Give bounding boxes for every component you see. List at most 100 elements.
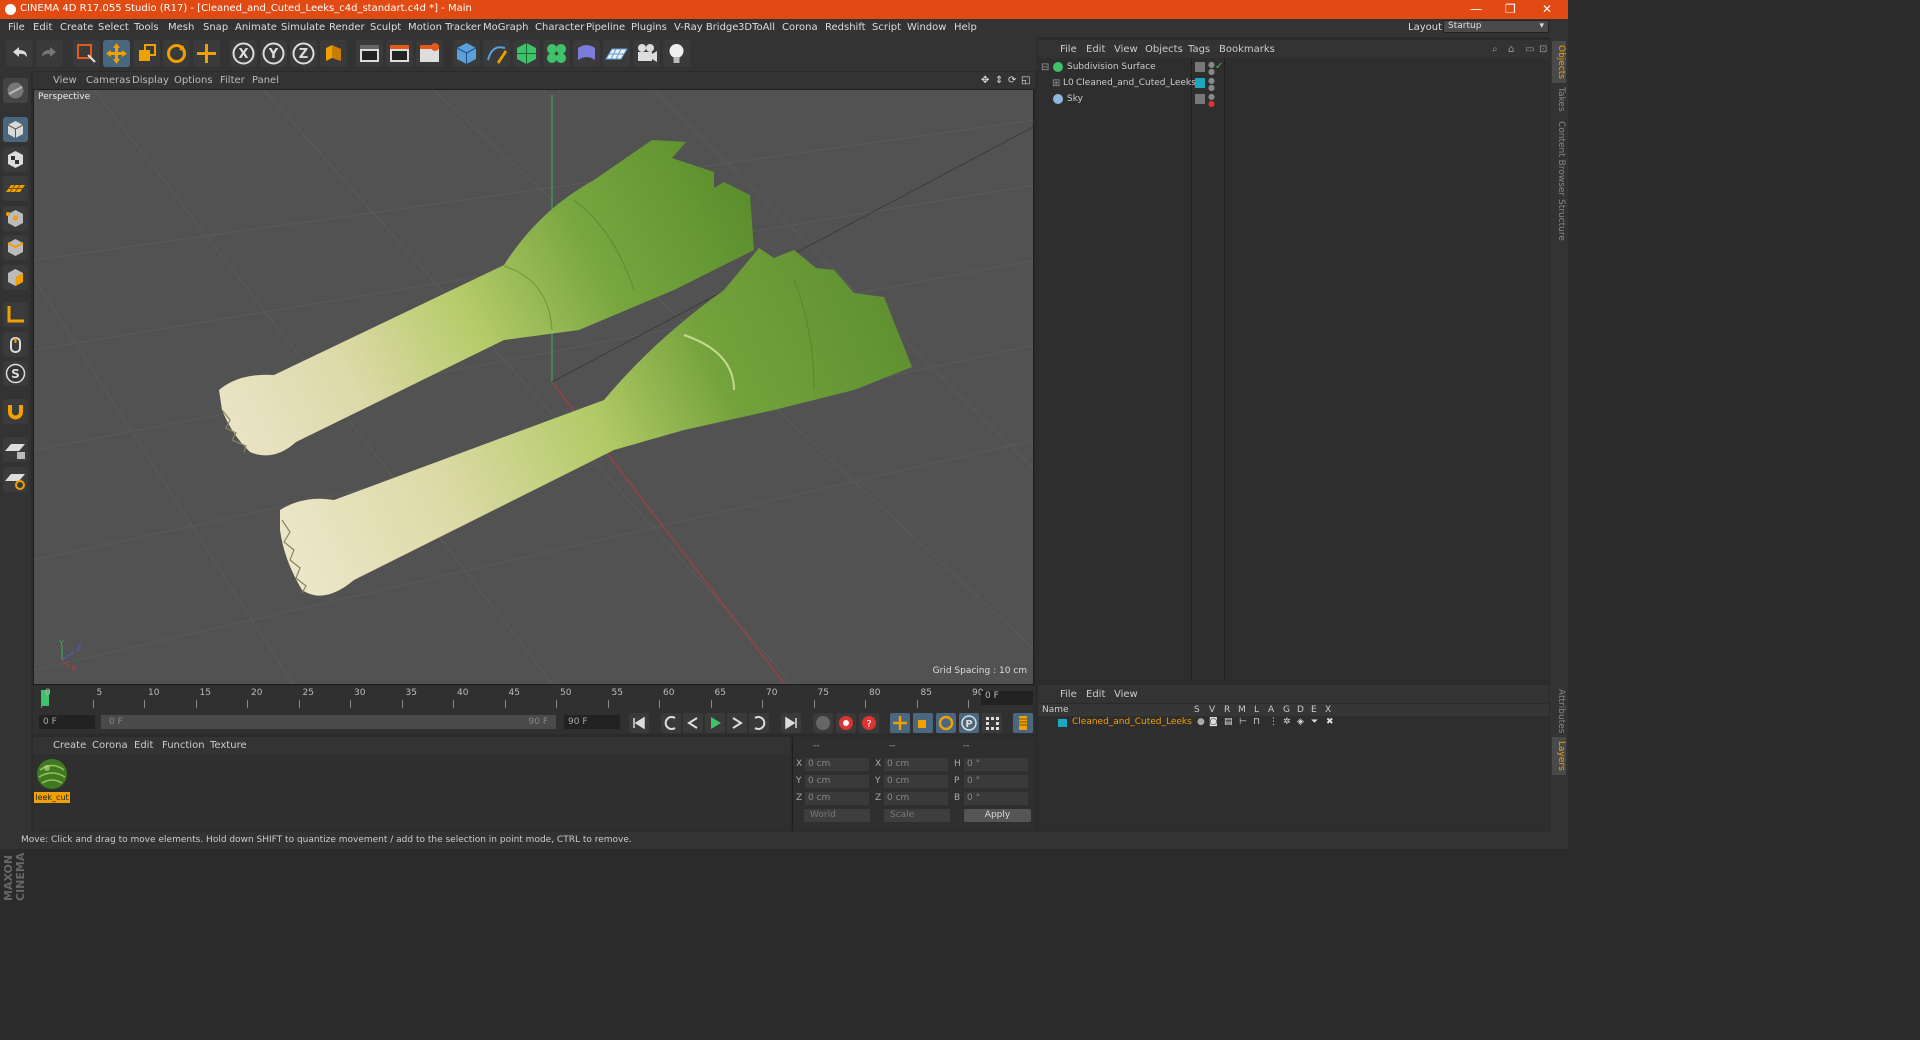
key-parameter-icon[interactable]: P: [959, 713, 979, 733]
viewport-menu-view[interactable]: View: [53, 75, 77, 86]
menu-plugins[interactable]: Plugins: [631, 22, 667, 33]
cloner-icon[interactable]: [543, 40, 570, 67]
solo-toggle-icon[interactable]: ●: [1197, 717, 1205, 727]
cube-icon[interactable]: [453, 40, 480, 67]
axis-mode-icon[interactable]: [3, 302, 28, 327]
animation-toggle-icon[interactable]: ⋮: [1269, 717, 1278, 727]
maximize-view-icon[interactable]: ◱: [1021, 75, 1030, 86]
keyframe-selection-icon[interactable]: ?: [859, 713, 879, 733]
polygons-mode-icon[interactable]: [3, 265, 28, 290]
floor-icon[interactable]: [603, 40, 630, 67]
close-button[interactable]: ✕: [1542, 2, 1552, 16]
menu-mesh[interactable]: Mesh: [168, 22, 194, 33]
render-settings-icon[interactable]: [416, 40, 443, 67]
key-position-icon[interactable]: [890, 713, 910, 733]
camera-icon[interactable]: [633, 40, 660, 67]
perspective-viewport[interactable]: Y Z X Perspective Grid Spacing : 10 cm: [33, 89, 1034, 685]
layer-color-icon[interactable]: [1195, 78, 1205, 88]
lock-icon[interactable]: ⊡: [1539, 44, 1547, 55]
tab-takes[interactable]: Takes: [1552, 83, 1566, 116]
maximize-button[interactable]: ❐: [1505, 2, 1516, 16]
go-to-end-icon[interactable]: [781, 713, 801, 733]
undo-icon[interactable]: [6, 40, 33, 67]
menu-sculpt[interactable]: Sculpt: [370, 22, 401, 33]
subdivision-surface-icon[interactable]: [513, 40, 540, 67]
xref-toggle-icon[interactable]: ✖: [1326, 717, 1334, 727]
redo-icon[interactable]: [36, 40, 63, 67]
visibility-dots-icon[interactable]: ● ●: [1208, 77, 1215, 92]
next-frame-icon[interactable]: [727, 713, 747, 733]
autokeying-icon[interactable]: [836, 713, 856, 733]
timeline-window-icon[interactable]: [1013, 713, 1033, 733]
expression-toggle-icon[interactable]: ⏷: [1311, 717, 1318, 727]
transform-icon[interactable]: [193, 40, 220, 67]
object-row[interactable]: ⊞ L0 Cleaned_and_Cuted_Leeks ● ●: [1038, 76, 1549, 92]
tab-content-browser[interactable]: Content Browser: [1552, 117, 1566, 200]
coordinate-system-dropdown[interactable]: World: [804, 809, 870, 822]
home-icon[interactable]: ⌂: [1508, 44, 1514, 55]
rotation-p-field[interactable]: 0 °: [964, 775, 1028, 788]
material-menu-function[interactable]: Function: [162, 740, 205, 751]
size-z-field[interactable]: 0 cm: [884, 792, 948, 805]
tab-structure[interactable]: Structure: [1552, 195, 1566, 245]
layer-name[interactable]: Cleaned_and_Cuted_Leeks: [1072, 717, 1192, 727]
texture-mode-icon[interactable]: [3, 147, 28, 172]
visibility-dots-icon[interactable]: ● ●: [1208, 61, 1215, 76]
y-axis-icon[interactable]: Y: [260, 40, 287, 67]
tweak-mode-icon[interactable]: [3, 332, 28, 357]
position-z-field[interactable]: 0 cm: [805, 792, 869, 805]
layer-color-icon[interactable]: [1195, 62, 1205, 72]
z-axis-icon[interactable]: Z: [290, 40, 317, 67]
frame-range-slider[interactable]: 0 F 90 F: [101, 715, 556, 729]
visibility-dots-icon[interactable]: ● ●: [1208, 93, 1215, 108]
key-rotation-icon[interactable]: [936, 713, 956, 733]
menu-create[interactable]: Create: [60, 22, 93, 33]
menu-help[interactable]: Help: [954, 22, 977, 33]
size-x-field[interactable]: 0 cm: [884, 758, 948, 771]
object-menu-bookmarks[interactable]: Bookmarks: [1219, 44, 1275, 55]
layer-menu-view[interactable]: View: [1114, 689, 1138, 700]
menu-mograph[interactable]: MoGraph: [483, 22, 528, 33]
viewport-menu-panel[interactable]: Panel: [252, 75, 279, 86]
object-menu-file[interactable]: File: [1060, 44, 1077, 55]
enabled-check-icon[interactable]: ✓: [1215, 61, 1223, 72]
rotation-b-field[interactable]: 0 °: [964, 792, 1028, 805]
minimize-button[interactable]: —: [1470, 2, 1482, 16]
material-menu-create[interactable]: Create: [53, 740, 86, 751]
menu-select[interactable]: Select: [98, 22, 129, 33]
object-row[interactable]: Sky ● ●: [1038, 92, 1549, 108]
object-row[interactable]: ⊟ Subdivision Surface ● ● ✓: [1038, 60, 1549, 76]
key-scale-icon[interactable]: [913, 713, 933, 733]
position-y-field[interactable]: 0 cm: [805, 775, 869, 788]
rotate-icon[interactable]: [163, 40, 190, 67]
deformer-icon[interactable]: [573, 40, 600, 67]
planar-workplane-icon[interactable]: [3, 467, 28, 492]
view-toggle-icon[interactable]: ◙: [1209, 717, 1218, 727]
go-to-start-icon[interactable]: [629, 713, 649, 733]
manager-toggle-icon[interactable]: ⊢: [1239, 717, 1247, 727]
next-key-icon[interactable]: [749, 713, 769, 733]
menu-motion-tracker[interactable]: Motion Tracker: [408, 22, 481, 33]
world-coordinates-icon[interactable]: [320, 40, 347, 67]
menu-edit[interactable]: Edit: [33, 22, 52, 33]
render-toggle-icon[interactable]: ▤: [1224, 717, 1233, 727]
start-frame-field[interactable]: 0 F: [39, 715, 95, 729]
material-menu-corona[interactable]: Corona: [92, 740, 128, 751]
previous-key-icon[interactable]: [661, 713, 681, 733]
move-icon[interactable]: [103, 40, 130, 67]
collapse-icon[interactable]: ⊟: [1041, 62, 1049, 73]
material-menu-texture[interactable]: Texture: [210, 740, 247, 751]
make-editable-icon[interactable]: [3, 78, 28, 103]
menu-character[interactable]: Character: [535, 22, 584, 33]
expand-icon[interactable]: ⊞: [1052, 78, 1060, 89]
viewport-menu-cameras[interactable]: Cameras: [86, 75, 130, 86]
generator-toggle-icon[interactable]: ✲: [1283, 717, 1291, 727]
object-name[interactable]: Cleaned_and_Cuted_Leeks: [1076, 78, 1196, 88]
menu-animate[interactable]: Animate: [235, 22, 277, 33]
layer-menu-edit[interactable]: Edit: [1086, 689, 1105, 700]
end-frame-field[interactable]: 90 F: [564, 715, 620, 729]
material-name[interactable]: leek_cut: [34, 792, 70, 803]
menu-redshift[interactable]: Redshift: [825, 22, 866, 33]
scale-icon[interactable]: [133, 40, 160, 67]
object-menu-tags[interactable]: Tags: [1188, 44, 1210, 55]
